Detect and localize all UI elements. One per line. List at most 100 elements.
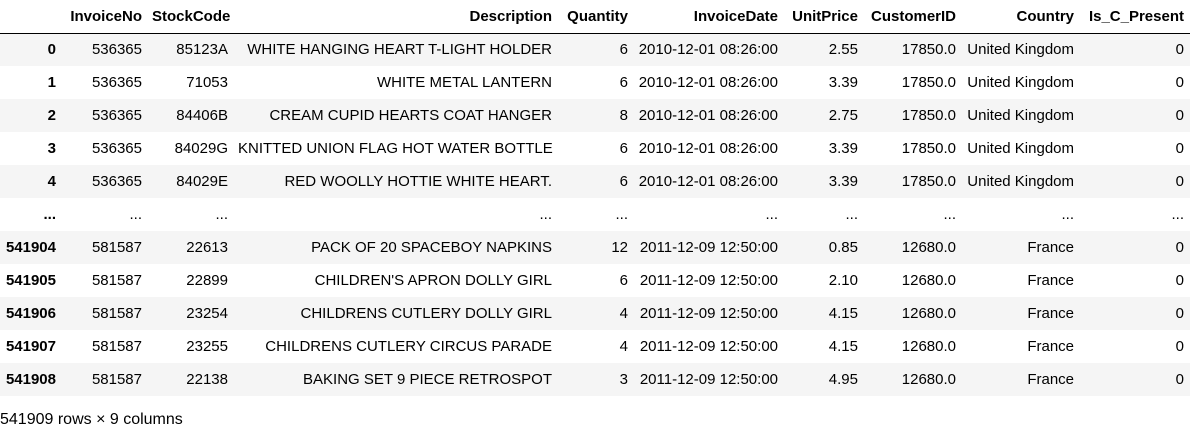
row-index: 541904 <box>5 239 56 256</box>
header-stockcode: StockCode <box>148 0 234 34</box>
header-row: InvoiceNo StockCode Description Quantity… <box>0 0 1190 34</box>
cell-invoiceno: 536365 <box>91 173 142 190</box>
cell-country: United Kingdom <box>967 173 1074 190</box>
cell-invoiceno: 581587 <box>91 239 142 256</box>
cell-country: France <box>1027 338 1074 355</box>
cell-invoicedate: 2011-12-09 12:50:00 <box>639 371 778 388</box>
cell-description: PACK OF 20 SPACEBOY NAPKINS <box>311 239 552 256</box>
cell-stockcode: 71053 <box>186 74 228 91</box>
cell-quantity: 12 <box>611 239 628 256</box>
header-unitprice: UnitPrice <box>784 0 864 34</box>
cell-description: BAKING SET 9 PIECE RETROSPOT <box>303 371 552 388</box>
cell-invoicedate: 2011-12-09 12:50:00 <box>639 239 778 256</box>
cell-stockcode: 23254 <box>186 305 228 322</box>
cell-unitprice: 3.39 <box>828 140 858 157</box>
cell-invoicedate: 2010-12-01 08:26:00 <box>638 74 778 91</box>
cell-country: United Kingdom <box>967 140 1074 157</box>
cell-invoiceno: 581587 <box>91 371 142 388</box>
dataframe-shape-label: 541909 rows × 9 columns <box>0 411 183 428</box>
cell-customerid: 17850.0 <box>901 140 956 157</box>
cell-description: KNITTED UNION FLAG HOT WATER BOTTLE <box>238 140 553 157</box>
cell-invoiceno: 581587 <box>91 338 142 355</box>
cell-stockcode: 84029G <box>174 140 228 157</box>
row-index: 0 <box>47 41 56 59</box>
cell-invoicedate: 2011-12-09 12:50:00 <box>639 305 778 322</box>
header-invoiceno: InvoiceNo <box>62 0 148 34</box>
cell-invoicedate: 2010-12-01 08:26:00 <box>638 107 778 124</box>
cell-is-c-present: 0 <box>1175 74 1184 91</box>
cell-unitprice: 3.39 <box>828 173 858 190</box>
cell-unitprice: 4.15 <box>828 338 858 355</box>
cell-customerid: 12680.0 <box>901 371 956 388</box>
cell-quantity: ... <box>615 206 628 223</box>
cell-quantity: 6 <box>619 272 628 289</box>
cell-description: ... <box>539 206 552 223</box>
cell-customerid: ... <box>943 206 956 223</box>
cell-country: France <box>1027 272 1074 289</box>
cell-unitprice: 3.39 <box>828 74 858 91</box>
cell-description: CREAM CUPID HEARTS COAT HANGER <box>269 107 552 124</box>
cell-description: WHITE METAL LANTERN <box>376 74 552 91</box>
cell-customerid: 12680.0 <box>901 239 956 256</box>
cell-country: ... <box>1061 206 1074 223</box>
cell-stockcode: 22138 <box>186 371 228 388</box>
cell-stockcode: 85123A <box>176 41 228 59</box>
table-row: 4 536365 84029E RED WOOLLY HOTTIE WHITE … <box>0 165 1190 198</box>
cell-country: United Kingdom <box>967 74 1074 91</box>
cell-is-c-present: 0 <box>1175 272 1184 289</box>
cell-invoiceno: 536365 <box>91 107 142 124</box>
row-index: 541907 <box>5 338 56 355</box>
cell-country: France <box>1027 239 1074 256</box>
cell-is-c-present: 0 <box>1175 338 1184 355</box>
cell-unitprice: ... <box>845 206 858 223</box>
cell-invoiceno: 581587 <box>91 305 142 322</box>
cell-invoicedate: 2010-12-01 08:26:00 <box>638 41 778 59</box>
header-invoicedate: InvoiceDate <box>634 0 784 34</box>
cell-invoicedate: 2010-12-01 08:26:00 <box>638 173 778 190</box>
cell-is-c-present: 0 <box>1175 305 1184 322</box>
cell-customerid: 17850.0 <box>901 173 956 190</box>
cell-customerid: 17850.0 <box>901 41 956 59</box>
cell-country: France <box>1027 371 1074 388</box>
table-row: 541907 581587 23255 CHILDRENS CUTLERY CI… <box>0 330 1190 363</box>
table-row: 541904 581587 22613 PACK OF 20 SPACEBOY … <box>0 231 1190 264</box>
ellipsis-row: ... ... ... ... ... ... ... ... ... ... <box>0 198 1190 231</box>
row-index: 4 <box>47 173 56 190</box>
cell-invoiceno: 536365 <box>91 41 142 59</box>
cell-is-c-present: 0 <box>1175 371 1184 388</box>
table-row: 541905 581587 22899 CHILDREN'S APRON DOL… <box>0 264 1190 297</box>
cell-quantity: 6 <box>619 140 628 157</box>
cell-customerid: 12680.0 <box>901 305 956 322</box>
table-row: 0 536365 85123A WHITE HANGING HEART T-LI… <box>0 33 1190 66</box>
header-description: Description <box>234 0 558 34</box>
cell-unitprice: 4.15 <box>828 305 858 322</box>
cell-is-c-present: 0 <box>1175 107 1184 124</box>
cell-description: CHILDREN'S APRON DOLLY GIRL <box>314 272 552 289</box>
row-index: 541908 <box>5 371 56 388</box>
cell-quantity: 6 <box>619 74 628 91</box>
cell-customerid: 12680.0 <box>901 338 956 355</box>
cell-unitprice: 2.55 <box>828 41 858 59</box>
header-is-c-present: Is_C_Present <box>1080 0 1190 34</box>
cell-unitprice: 0.85 <box>828 239 858 256</box>
cell-quantity: 6 <box>619 41 628 59</box>
cell-stockcode: ... <box>215 206 228 223</box>
cell-is-c-present: 0 <box>1175 173 1184 190</box>
cell-description: CHILDRENS CUTLERY CIRCUS PARADE <box>265 338 552 355</box>
header-index <box>0 0 62 34</box>
cell-unitprice: 4.95 <box>828 371 858 388</box>
table-row: 541908 581587 22138 BAKING SET 9 PIECE R… <box>0 363 1190 396</box>
cell-quantity: 4 <box>619 338 628 355</box>
cell-unitprice: 2.10 <box>828 272 858 289</box>
cell-invoiceno: ... <box>129 206 142 223</box>
cell-country: United Kingdom <box>967 107 1074 124</box>
cell-quantity: 4 <box>619 305 628 322</box>
table-row: 1 536365 71053 WHITE METAL LANTERN 6 201… <box>0 66 1190 99</box>
row-index: 3 <box>47 140 56 157</box>
header-customerid: CustomerID <box>864 0 962 34</box>
cell-invoiceno: 536365 <box>91 74 142 91</box>
row-index: 1 <box>47 74 56 91</box>
cell-is-c-present: 0 <box>1175 239 1184 256</box>
header-quantity: Quantity <box>558 0 634 34</box>
cell-customerid: 17850.0 <box>901 74 956 91</box>
